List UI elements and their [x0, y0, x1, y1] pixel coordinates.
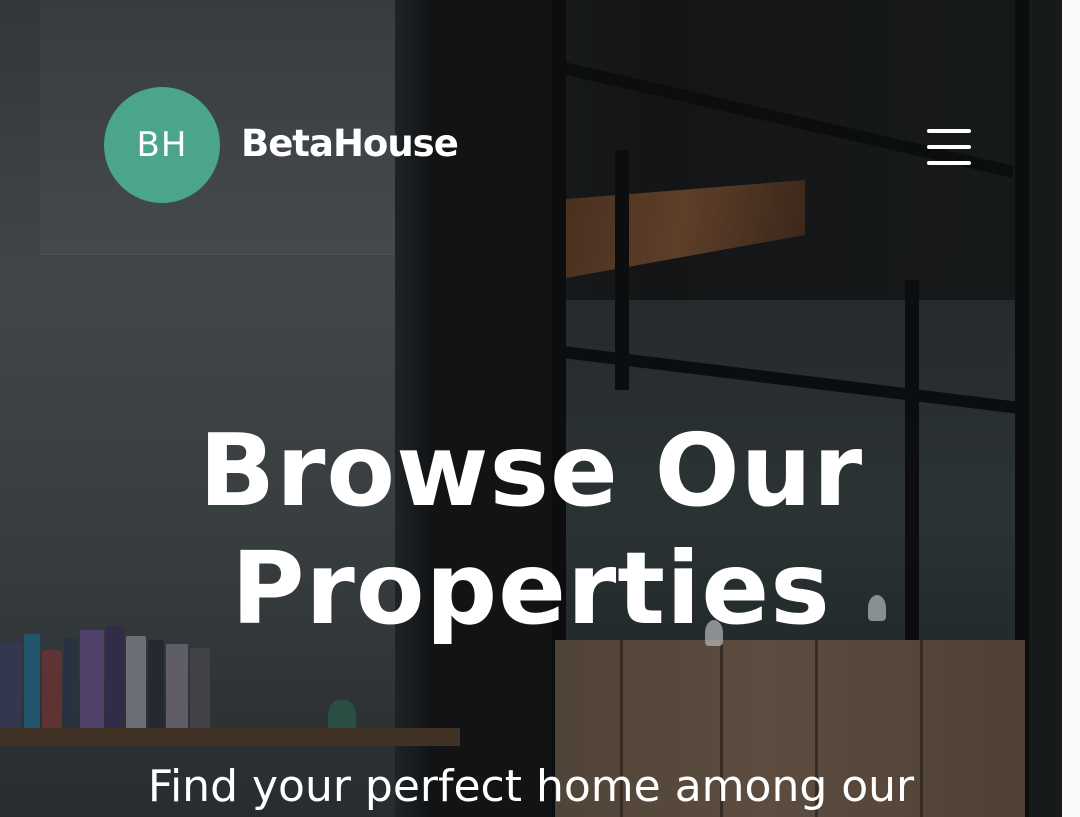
logo-badge[interactable]: BH	[104, 87, 220, 203]
hero-section: BH BetaHouse Browse Our Properties Find …	[0, 0, 1080, 817]
hamburger-menu-icon[interactable]	[922, 124, 978, 170]
hero-headline: Browse Our Properties	[0, 412, 1062, 648]
menu-bar	[927, 145, 971, 149]
hero-headline-line1: Browse Our	[198, 412, 864, 529]
logo-initials: BH	[136, 125, 188, 165]
menu-bar	[927, 129, 971, 133]
hero-subline: Find your perfect home among our	[147, 761, 915, 812]
brand-name[interactable]: BetaHouse	[241, 122, 459, 165]
hero-headline-line2: Properties	[231, 530, 831, 647]
menu-bar	[927, 161, 971, 165]
page-edge	[1062, 0, 1080, 817]
